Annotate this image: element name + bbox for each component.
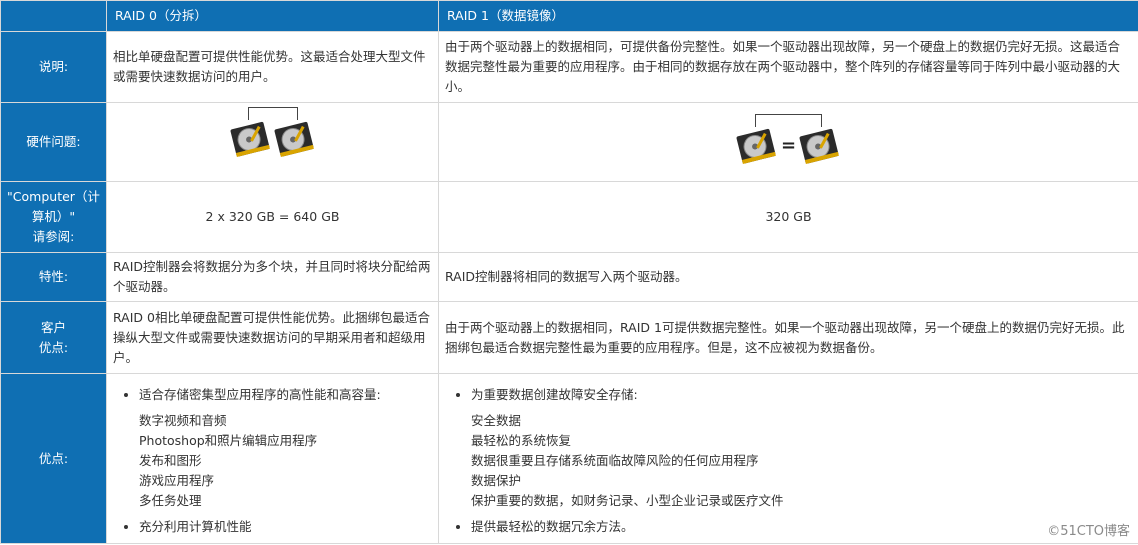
list-item: 为重要数据创建故障安全存储: [471,385,1132,405]
list-item: 保护重要的数据，如财务记录、小型企业记录或医疗文件 [471,492,784,508]
watermark: ©51CTO博客 [1047,524,1130,539]
cell-hardware-raid0 [106,102,439,182]
list-item: Photoshop和照片编辑应用程序 [139,432,318,448]
advantages-raid0-tail-list: 充分利用计算机性能 [113,517,432,537]
label-computer-line3: 请参阅: [32,229,75,244]
list-item: 数据很重要且存储系统面临故障风险的任何应用程序 [471,452,759,468]
list-item: 提供最轻松的数据冗余方法。 [471,517,1132,537]
cell-description-raid1: 由于两个驱动器上的数据相同，可提供备份完整性。如果一个驱动器出现故障，另一个硬盘… [438,31,1138,103]
list-item: 最轻松的系统恢复 [471,432,572,448]
cell-customer-raid0: RAID 0相比单硬盘配置可提供性能优势。此捆绑包最适合操纵大型文件或需要快速数… [106,301,439,374]
header-raid1: RAID 1（数据镜像） [438,0,1138,32]
advantages-raid0-items: 数字视频和音频 Photoshop和照片编辑应用程序 发布和图形 游戏应用程序 … [113,411,432,511]
two-hard-drives-mirrored-icon: = [735,114,842,166]
cell-features-raid0: RAID控制器会将数据分为多个块，并且同时将块分配给两个驱动器。 [106,252,439,302]
cell-computer-raid0: 2 x 320 GB = 640 GB [106,181,439,253]
row-description: 说明: 相比单硬盘配置可提供性能优势。这最适合处理大型文件或需要快速数据访问的用… [0,31,1138,103]
list-item: 适合存储密集型应用程序的高性能和高容量: [139,385,432,405]
label-advantages: 优点: [0,373,107,544]
label-customer-line1: 客户 [40,319,66,335]
header-corner [0,0,107,32]
cell-computer-raid1: 320 GB [438,181,1138,253]
label-customer: 客户 优点: [0,301,107,374]
list-item: 发布和图形 [139,452,202,468]
label-hardware: 硬件问题: [0,102,107,182]
advantages-raid1-tail-list: 提供最轻松的数据冗余方法。 [445,517,1132,537]
label-customer-line2: 优点: [38,339,69,355]
row-advantages: 优点: 适合存储密集型应用程序的高性能和高容量: 数字视频和音频 Photosh… [0,373,1138,544]
row-features: 特性: RAID控制器会将数据分为多个块，并且同时将块分配给两个驱动器。 RAI… [0,252,1138,302]
advantages-raid1-items: 安全数据 最轻松的系统恢复 数据很重要且存储系统面临故障风险的任何应用程序 数据… [445,411,1132,511]
cell-customer-raid1: 由于两个驱动器上的数据相同，RAID 1可提供数据完整性。如果一个驱动器出现故障… [438,301,1138,374]
list-item: 多任务处理 [139,492,202,508]
cell-advantages-raid0: 适合存储密集型应用程序的高性能和高容量: 数字视频和音频 Photoshop和照… [106,373,439,544]
header-raid0: RAID 0（分拆） [106,0,439,32]
advantages-raid0-lead-list: 适合存储密集型应用程序的高性能和高容量: [113,385,432,405]
cell-description-raid0: 相比单硬盘配置可提供性能优势。这最适合处理大型文件或需要快速数据访问的用户。 [106,31,439,103]
label-features: 特性: [0,252,107,302]
cell-features-raid1: RAID控制器将相同的数据写入两个驱动器。 [438,252,1138,302]
list-item: 安全数据 [471,412,522,428]
row-customer: 客户 优点: RAID 0相比单硬盘配置可提供性能优势。此捆绑包最适合操纵大型文… [0,301,1138,374]
header-row: RAID 0（分拆） RAID 1（数据镜像） [0,0,1138,32]
cell-advantages-raid1: 为重要数据创建故障安全存储: 安全数据 最轻松的系统恢复 数据很重要且存储系统面… [438,373,1138,544]
label-description: 说明: [0,31,107,103]
list-item: 数字视频和音频 [139,412,227,428]
row-hardware: 硬件问题: = [0,102,1138,182]
list-item: 数据保护 [471,472,522,488]
list-item: 游戏应用程序 [139,472,215,488]
list-item: 充分利用计算机性能 [139,517,432,537]
cell-hardware-raid1: = [438,102,1138,182]
equals-sign: = [780,135,797,156]
raid-comparison-table: RAID 0（分拆） RAID 1（数据镜像） 说明: 相比单硬盘配置可提供性能… [0,0,1138,544]
label-computer: "Computer（计 算机）" 请参阅: [0,181,107,253]
two-hard-drives-striped-icon [229,107,317,159]
advantages-raid1-lead-list: 为重要数据创建故障安全存储: [445,385,1132,405]
label-computer-line2: 算机）" [31,209,76,224]
row-computer: "Computer（计 算机）" 请参阅: 2 x 320 GB = 640 G… [0,181,1138,253]
label-computer-line1: "Computer（计 [7,189,100,204]
